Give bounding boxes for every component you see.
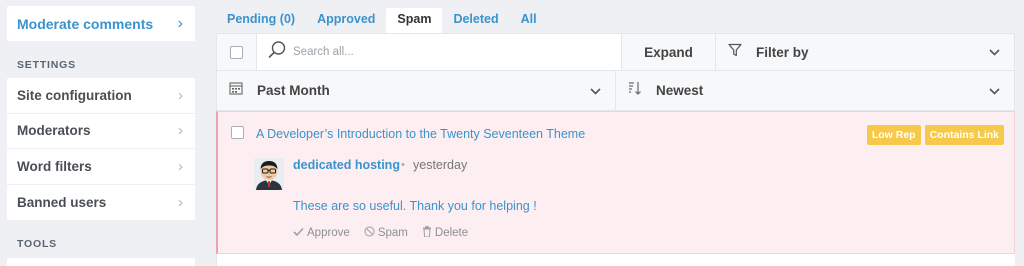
search-icon: [267, 40, 287, 65]
sort-icon: [628, 81, 642, 100]
select-all-checkbox[interactable]: [230, 45, 243, 59]
chevron-down-icon: [989, 45, 1000, 59]
sidebar-item-moderators[interactable]: Moderators ›: [7, 114, 195, 149]
sidebar-item-banned-users[interactable]: Banned users ›: [7, 185, 195, 221]
sort-toolbar: Past Month Newest: [216, 71, 1015, 111]
sort-order-label: Newest: [656, 83, 704, 98]
comment-author[interactable]: dedicated hosting: [293, 158, 400, 172]
spam-label: Spam: [377, 227, 408, 239]
comment-checkbox[interactable]: [231, 126, 244, 139]
tools-menu: [7, 258, 195, 266]
status-tabs: Pending (0) Approved Spam Deleted All: [216, 8, 548, 34]
calendar-icon: [229, 81, 243, 100]
chevron-down-icon: [590, 84, 601, 98]
sidebar-item-word-filters[interactable]: Word filters ›: [7, 149, 195, 185]
expand-button[interactable]: Expand: [622, 34, 716, 70]
sidebar-item-label: Moderate comments: [17, 15, 154, 32]
next-comment-row: [216, 254, 1015, 266]
filter-by-label: Filter by: [756, 44, 809, 60]
chevron-right-icon: ›: [178, 157, 183, 175]
comment-timestamp: yesterday: [413, 158, 468, 172]
tab-pending[interactable]: Pending (0): [216, 8, 306, 34]
sidebar-item-label: Moderators: [17, 123, 91, 139]
tab-all[interactable]: All: [510, 8, 548, 34]
date-range-dropdown[interactable]: Past Month: [217, 71, 616, 110]
filter-by-dropdown[interactable]: Filter by: [716, 34, 1014, 70]
sidebar-item-site-configuration[interactable]: Site configuration ›: [7, 78, 195, 114]
post-title-link[interactable]: A Developer’s Introduction to the Twenty…: [256, 127, 585, 141]
delete-button[interactable]: Delete: [422, 226, 468, 240]
sidebar-item-label: Banned users: [17, 194, 107, 210]
comment-item: A Developer’s Introduction to the Twenty…: [216, 111, 1015, 254]
tab-spam[interactable]: Spam: [386, 8, 443, 34]
low-rep-badge: Low Rep: [866, 125, 921, 145]
delete-label: Delete: [434, 227, 469, 239]
separator: •: [401, 159, 405, 171]
search-toolbar: Expand Filter by: [216, 33, 1015, 71]
trash-icon: [422, 226, 432, 240]
tab-approved[interactable]: Approved: [306, 8, 386, 34]
filter-icon: [728, 43, 742, 62]
approve-button[interactable]: Approve: [293, 226, 350, 240]
settings-menu: Site configuration › Moderators › Word f…: [7, 78, 195, 220]
comment-actions: Approve Spam Delete: [293, 226, 468, 240]
chevron-right-icon: ›: [178, 86, 183, 104]
date-range-label: Past Month: [257, 83, 330, 98]
spam-icon: [364, 226, 375, 240]
chevron-right-icon: ›: [178, 122, 183, 140]
tab-deleted[interactable]: Deleted: [442, 8, 509, 34]
chevron-down-icon: [989, 84, 1000, 98]
sidebar-item-label: Site configuration: [17, 87, 132, 103]
avatar[interactable]: [254, 158, 284, 190]
select-all-cell: [217, 34, 257, 70]
sidebar-item-label: Word filters: [17, 158, 92, 174]
checkmark-icon: [293, 227, 304, 240]
spam-button[interactable]: Spam: [364, 226, 408, 240]
comment-badges: Low Rep Contains Link: [866, 125, 1004, 145]
chevron-right-icon: ›: [177, 14, 183, 32]
search-input[interactable]: [293, 46, 593, 58]
chevron-right-icon: ›: [178, 193, 183, 211]
comment-body: These are so useful. Thank you for helpi…: [293, 199, 537, 213]
contains-link-badge: Contains Link: [924, 125, 1004, 145]
sort-order-dropdown[interactable]: Newest: [616, 71, 1014, 110]
search-box: [257, 34, 622, 70]
sidebar: Moderate comments › SETTINGS Site config…: [0, 0, 205, 266]
tools-heading: TOOLS: [17, 238, 57, 250]
sidebar-item-moderate-comments[interactable]: Moderate comments ›: [7, 6, 195, 41]
settings-heading: SETTINGS: [17, 59, 76, 71]
approve-label: Approve: [307, 227, 350, 239]
